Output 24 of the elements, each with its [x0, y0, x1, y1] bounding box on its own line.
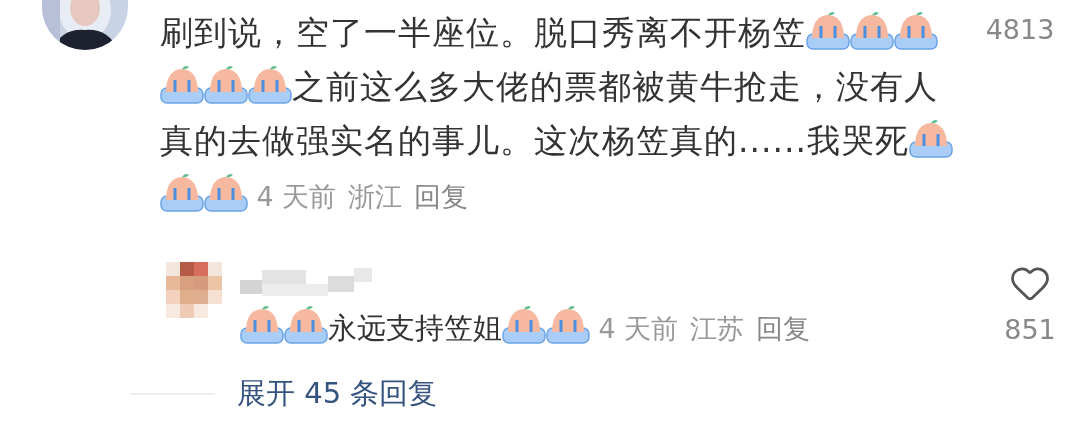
crying-sticker-icon: [160, 64, 204, 104]
crying-sticker-icon: [248, 64, 292, 104]
reply-text: 永远支持笠姐: [240, 311, 590, 345]
crying-sticker-icon: [284, 304, 328, 344]
crying-sticker-icon: [204, 64, 248, 104]
crying-sticker-icon: [204, 172, 248, 212]
crying-sticker-icon: [894, 10, 938, 50]
comment-text: 刷到说，空了一半座位。脱口秀离不开杨笠 之前这么多大佬的票都被黄牛抢走，没有人真的去做强实名的事儿。这次杨笠真的......我哭死: [160, 6, 960, 168]
crying-sticker-icon: [850, 10, 894, 50]
crying-sticker-icon: [502, 304, 546, 344]
reply-location: 江苏: [690, 313, 745, 344]
comment-location: 浙江: [348, 181, 403, 212]
expand-replies-link[interactable]: 展开 45 条回复: [237, 374, 438, 414]
crying-sticker-icon: [806, 10, 850, 50]
crying-sticker-icon: [240, 304, 284, 344]
reply-time: 4 天前: [597, 313, 679, 344]
reply-link[interactable]: 回复: [414, 181, 469, 212]
like-count: 4813: [985, 14, 1055, 45]
like-count: 851: [1004, 314, 1056, 345]
crying-sticker-icon: [160, 172, 204, 212]
comment-time: 4 天前: [255, 181, 337, 212]
crying-sticker-icon: [546, 304, 590, 344]
crying-sticker-icon: [908, 118, 953, 158]
reply-link[interactable]: 回复: [756, 313, 811, 344]
